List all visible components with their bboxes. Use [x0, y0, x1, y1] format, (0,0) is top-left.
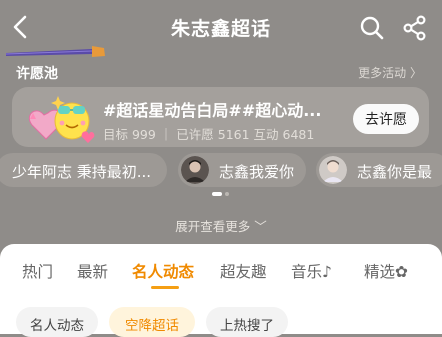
tab-latest[interactable]: 最新 — [77, 260, 108, 282]
filter-pill-active[interactable]: 空降超话 — [109, 307, 195, 337]
more-activities-link[interactable]: 更多活动 〉 — [358, 64, 422, 81]
carousel-dot — [212, 192, 222, 196]
wish-chip[interactable]: 志鑫我爱你 — [178, 153, 306, 187]
share-icon[interactable] — [402, 15, 428, 41]
avatar — [181, 156, 209, 184]
wish-chip-text: 志鑫我爱你 — [219, 163, 295, 181]
filter-pill[interactable]: 名人动态 — [16, 307, 98, 337]
tab-featured[interactable]: 精选✿ — [364, 260, 408, 282]
wish-pool-label: 许愿池 — [16, 66, 58, 82]
tab-fan-fun[interactable]: 超友趣 — [220, 260, 267, 282]
tab-music[interactable]: 音乐♪ — [291, 260, 332, 282]
carousel-indicator — [212, 192, 229, 196]
wish-chip[interactable]: 志鑫你是最 — [316, 153, 442, 187]
filter-pill-label: 上热搜了 — [220, 318, 274, 334]
avatar — [319, 156, 347, 184]
wish-chip[interactable]: 少年阿志 秉持最初... — [0, 153, 167, 187]
magic-wand-icon — [5, 46, 105, 57]
wish-chip-text: 少年阿志 秉持最初... — [12, 163, 152, 181]
expand-more-link[interactable]: 展开查看更多 ﹀ — [0, 216, 442, 235]
wish-chip-text: 志鑫你是最 — [357, 163, 433, 181]
tab-hot[interactable]: 热门 — [22, 260, 53, 282]
filter-pill[interactable]: 上热搜了 — [206, 307, 288, 337]
filter-pill-label: 空降超话 — [125, 318, 179, 334]
filter-pill-label: 名人动态 — [30, 318, 84, 334]
search-icon[interactable] — [359, 15, 385, 41]
wish-card-stats: 目标 999 ｜ 已许愿 5161 互动 6481 — [103, 127, 315, 142]
tab-celebrity-news[interactable]: 名人动态 — [132, 260, 194, 282]
carousel-dot — [225, 192, 229, 196]
active-tab-indicator — [151, 286, 179, 289]
wish-card-title: #超话星动告白局##超心动... — [103, 101, 322, 120]
make-wish-button[interactable]: 去许愿 — [353, 104, 419, 134]
mascot-illustration — [28, 96, 95, 143]
